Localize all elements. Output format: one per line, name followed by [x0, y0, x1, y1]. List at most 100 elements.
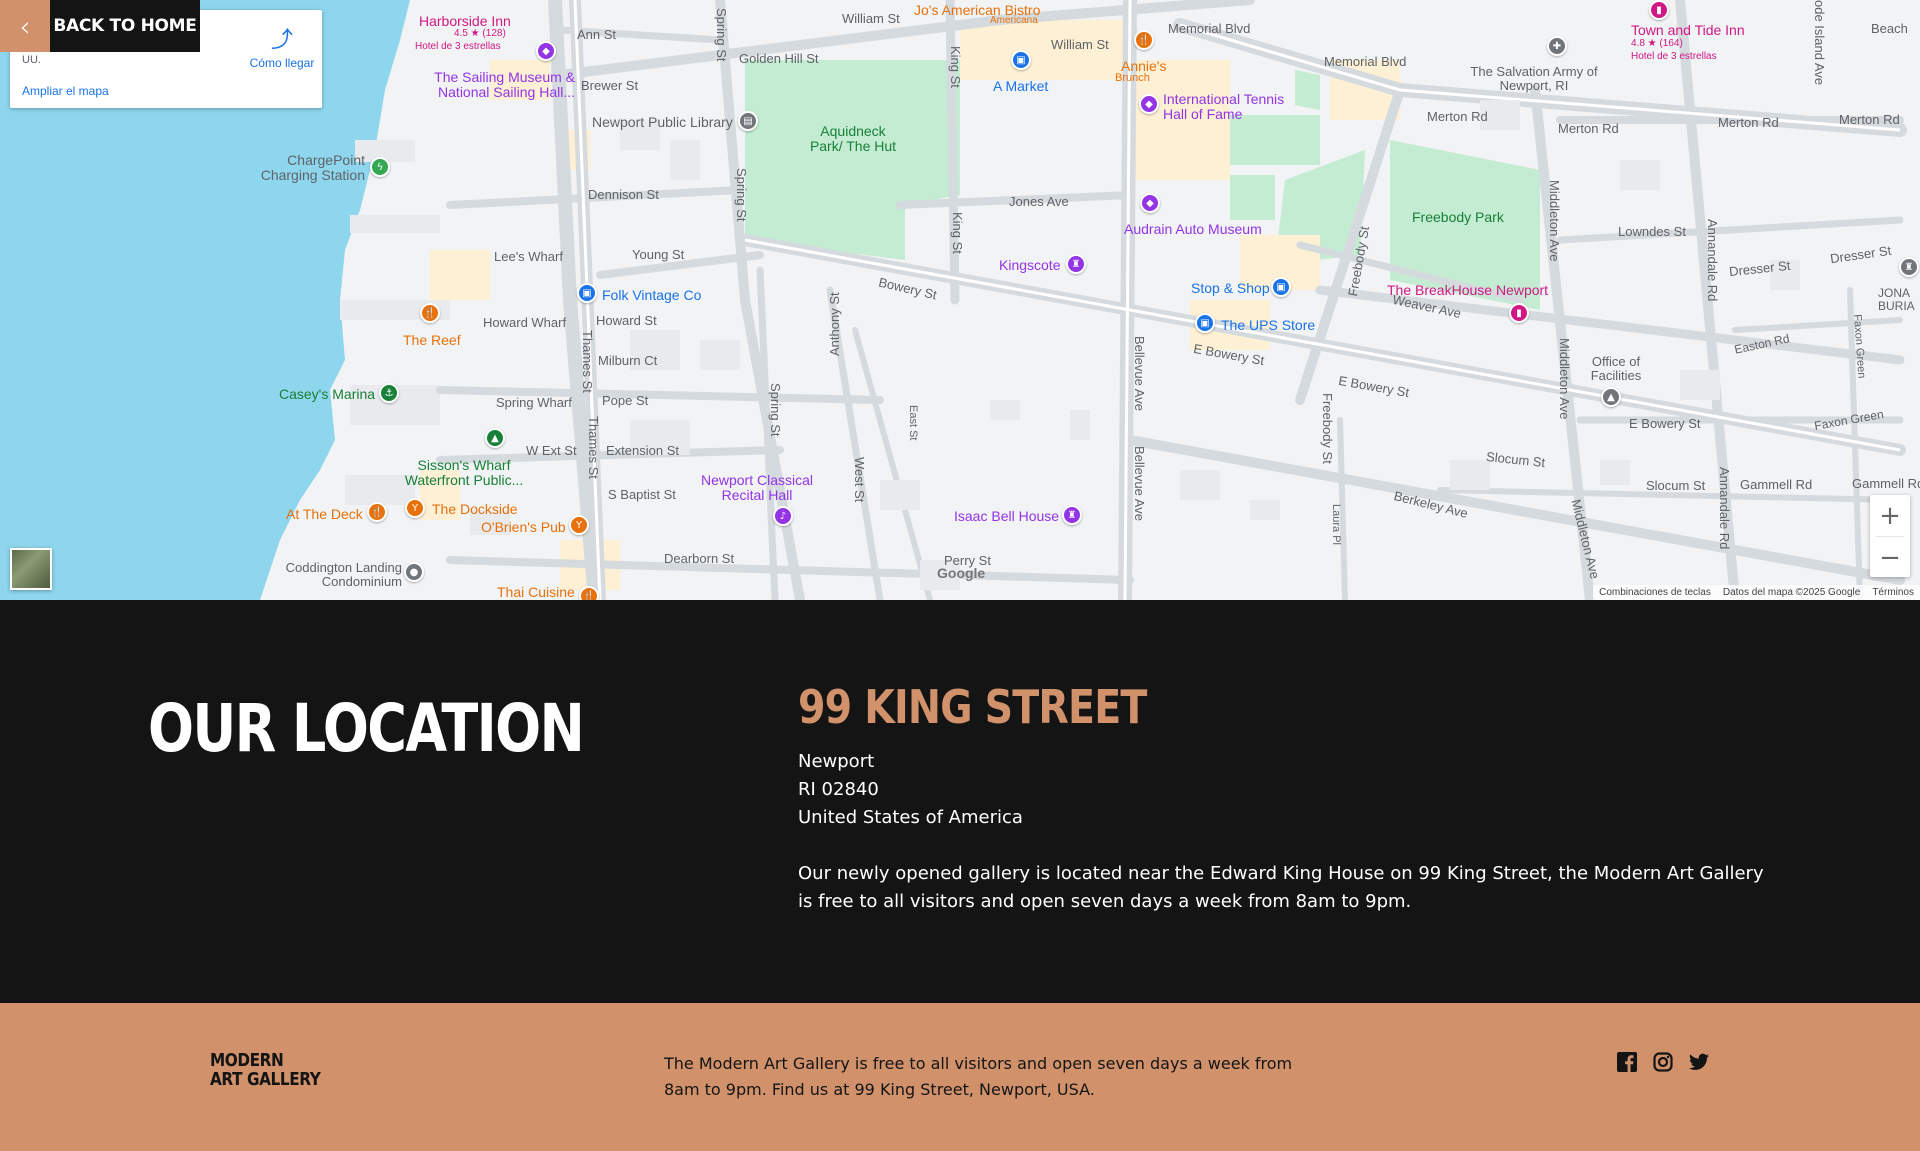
marina-icon[interactable]: ⚓ [379, 383, 399, 403]
poi-rating: 4.8 ★ (164) [1631, 38, 1683, 49]
street-label: Spring St [714, 8, 729, 62]
poi-label[interactable]: The Sailing Museum & National Sailing Ha… [425, 70, 575, 100]
shopping-icon[interactable]: ▣ [1011, 50, 1031, 70]
street-label: Bellevue Ave [1132, 446, 1147, 521]
street-label: Thames St [586, 416, 601, 479]
bar-icon[interactable]: Y [569, 515, 589, 535]
street-label: Middleton Ave [1547, 180, 1562, 262]
poi-label[interactable]: Harborside Inn [419, 14, 511, 29]
poi-label[interactable]: The Reef [403, 333, 461, 348]
place-icon[interactable]: ● [404, 562, 424, 582]
street-label: Howard St [596, 313, 657, 328]
map-embed[interactable]: William St William St Memorial Blvd Memo… [0, 0, 1920, 600]
poi-label[interactable]: International Tennis Hall of Fame [1163, 92, 1303, 122]
poi-label[interactable]: A Market [993, 79, 1048, 94]
zoom-in-button[interactable]: + [1870, 495, 1910, 536]
school-icon[interactable]: ▲ [1601, 387, 1621, 407]
poi-label[interactable]: Casey's Marina [279, 387, 375, 402]
shopping-cart-icon[interactable]: ▣ [1271, 277, 1291, 297]
landmark-icon[interactable]: ♜ [1062, 505, 1082, 525]
poi-label[interactable]: Folk Vintage Co [602, 288, 701, 303]
directions-button[interactable]: ⤴ Cómo llegar [238, 22, 326, 70]
poi-label[interactable]: Newport Classical Recital Hall [692, 473, 822, 503]
street-label: Golden Hill St [739, 51, 819, 66]
place-address: UU. [22, 54, 41, 66]
restaurant-icon[interactable]: 🍴 [1134, 30, 1154, 50]
charging-icon[interactable]: ϟ [370, 157, 390, 177]
instagram-icon[interactable] [1652, 1051, 1674, 1073]
park-icon[interactable]: ▲ [485, 428, 505, 448]
poi-label[interactable]: Office of Facilities [1586, 355, 1646, 382]
poi-label[interactable]: Coddington Landing Condominium [272, 561, 402, 588]
poi-label[interactable]: JONA BURIA [1878, 287, 1918, 312]
street-label: Lowndes St [1618, 224, 1686, 239]
map-data-label: Datos del mapa ©2025 Google [1722, 587, 1861, 598]
poi-label[interactable]: Freebody Park [1412, 210, 1504, 225]
restaurant-icon[interactable]: 🍴 [420, 303, 440, 323]
terms-link[interactable]: Términos [1872, 587, 1914, 598]
poi-label[interactable]: The UPS Store [1221, 318, 1315, 333]
enlarge-map-link[interactable]: Ampliar el mapa [22, 84, 109, 98]
place-icon[interactable]: ✚ [1547, 36, 1567, 56]
poi-label[interactable]: Sisson's Wharf Waterfront Public... [404, 458, 524, 488]
footer-logo[interactable]: MODERN ART GALLERY [210, 1050, 321, 1090]
place-icon[interactable]: ♜ [1899, 257, 1919, 277]
street-label: King St [950, 212, 965, 254]
street-label: Anthony St [827, 292, 842, 356]
logo-line: MODERN [210, 1050, 284, 1071]
location-section: OUR LOCATION 99 KING STREET Newport RI 0… [0, 600, 1920, 1003]
museum-icon[interactable]: ◆ [536, 41, 556, 61]
street-label: W Ext St [526, 443, 577, 458]
poi-label[interactable]: Isaac Bell House [954, 509, 1059, 524]
library-icon[interactable]: ▤ [738, 111, 758, 131]
street-label: Thames St [580, 330, 595, 393]
street-label: King St [948, 46, 963, 88]
landmark-icon[interactable]: ♜ [1066, 254, 1086, 274]
street-label: Spring St [768, 383, 783, 437]
poi-label[interactable]: Kingscote [999, 258, 1060, 273]
poi-label[interactable]: Stop & Shop [1191, 281, 1270, 296]
street-label: Merton Rd [1839, 112, 1900, 127]
street-label: Brewer St [581, 78, 639, 93]
poi-label[interactable]: Newport Public Library [592, 115, 733, 130]
street-label: Gammell Rd [1740, 477, 1813, 492]
museum-icon[interactable]: ◆ [1139, 94, 1159, 114]
shopping-icon[interactable]: ▣ [1195, 313, 1215, 333]
twitter-icon[interactable] [1688, 1051, 1710, 1073]
street-label: West St [852, 457, 867, 503]
poi-label[interactable]: The Dockside [432, 502, 518, 517]
map-attribution: Combinaciones de teclas Datos del mapa ©… [1593, 585, 1920, 600]
back-to-home-link[interactable]: ‹ BACK TO HOME [0, 0, 200, 52]
poi-label[interactable]: Audrain Auto Museum [1124, 222, 1262, 237]
street-label: Memorial Blvd [1168, 21, 1251, 36]
poi-type: Brunch [1115, 72, 1150, 84]
poi-label[interactable]: O'Brien's Pub [481, 520, 566, 535]
address-country: United States of America [798, 807, 1023, 828]
facebook-icon[interactable] [1616, 1051, 1638, 1073]
museum-icon[interactable]: ◆ [1140, 193, 1160, 213]
street-label: Gammell Rd [1852, 476, 1920, 491]
logo-line: ART GALLERY [210, 1069, 321, 1090]
bar-icon[interactable]: Y [405, 498, 425, 518]
keyboard-shortcuts-link[interactable]: Combinaciones de teclas [1599, 587, 1711, 598]
poi-label[interactable]: The BreakHouse Newport [1387, 283, 1548, 298]
social-links [1616, 1051, 1710, 1073]
poi-label[interactable]: ChargePoint Charging Station [255, 153, 365, 183]
satellite-toggle-thumbnail[interactable] [10, 548, 52, 590]
poi-label[interactable]: Town and Tide Inn [1631, 23, 1745, 38]
street-label: Extension St [606, 443, 679, 458]
hotel-icon[interactable]: ▮ [1509, 303, 1529, 323]
restaurant-icon[interactable]: 🍴 [367, 502, 387, 522]
street-label: Beach [1871, 21, 1908, 36]
hotel-icon[interactable]: ▮ [1649, 0, 1669, 20]
poi-label[interactable]: At The Deck [286, 507, 363, 522]
restaurant-icon[interactable]: 🍴 [579, 586, 599, 600]
poi-label[interactable]: Aquidneck Park/ The Hut [803, 124, 903, 154]
music-icon[interactable]: ♪ [773, 506, 793, 526]
poi-type: Americana [990, 15, 1038, 26]
shopping-icon[interactable]: ▣ [577, 283, 597, 303]
zoom-out-button[interactable]: − [1870, 537, 1910, 578]
poi-label[interactable]: The Salvation Army of Newport, RI [1464, 65, 1604, 92]
street-label: Jones Ave [1009, 194, 1069, 209]
poi-label[interactable]: Thai Cuisine [497, 585, 575, 600]
